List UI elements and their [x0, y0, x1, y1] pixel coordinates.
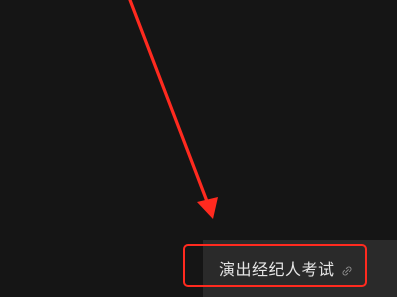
search-suggestion-chip[interactable]: 演出经纪人考试 [203, 246, 365, 290]
screen-background: 演出经纪人考试 [0, 0, 397, 297]
search-suggestion-label: 演出经纪人考试 [219, 260, 335, 279]
link-icon [341, 262, 353, 276]
